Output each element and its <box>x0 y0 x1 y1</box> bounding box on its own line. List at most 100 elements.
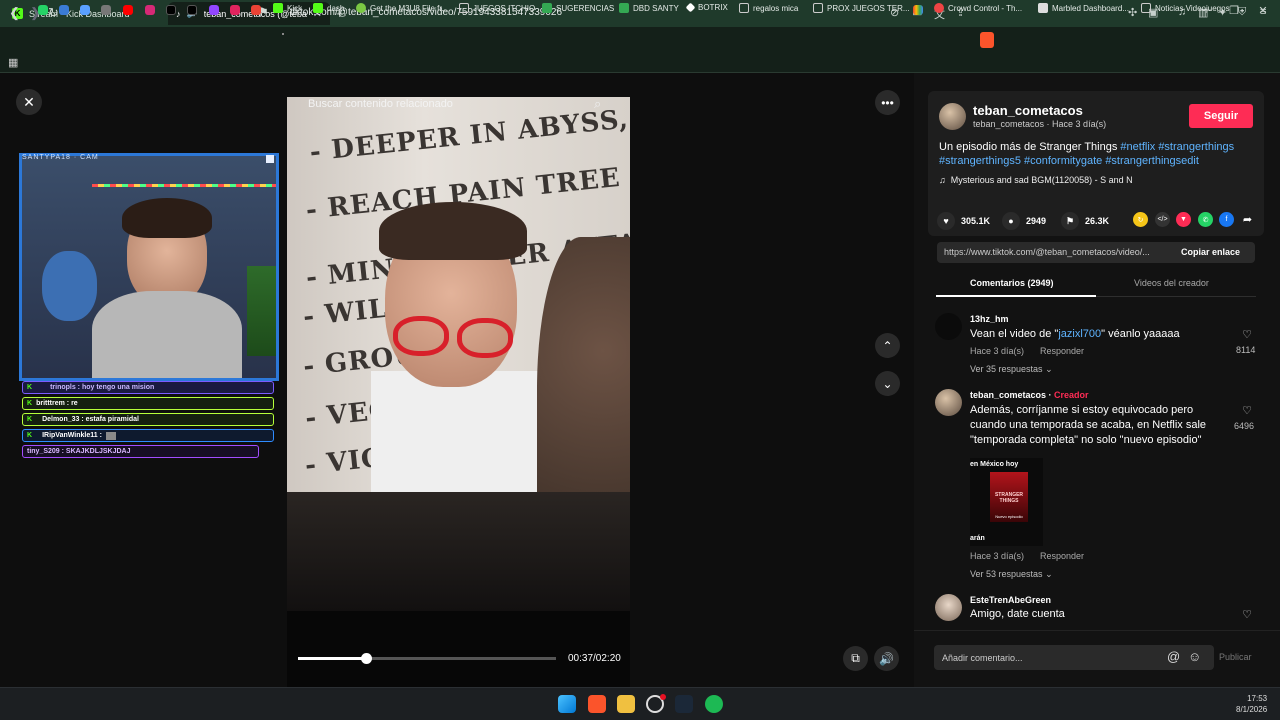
heart-outline-icon[interactable]: ♡ <box>1232 328 1262 341</box>
comment-text: Además, corríjanme si estoy equivocado p… <box>970 404 1207 446</box>
kick-badge-icon: K <box>27 416 33 423</box>
bookmark-sugerencias[interactable]: SUGERENCIAS <box>542 3 614 13</box>
close-video-button[interactable]: ✕ <box>16 89 42 115</box>
kick-badge-icon: K <box>27 384 33 391</box>
bookmark-kick[interactable]: Kick <box>273 3 302 13</box>
volume-button[interactable]: 🔊 <box>874 646 899 671</box>
comment-button[interactable]: ● 2949 <box>1002 212 1046 230</box>
save-button[interactable]: ⚑ 26.3K <box>1061 212 1109 230</box>
tab-comments[interactable]: Comentarios (2949) <box>970 278 1054 288</box>
bookmark-marbled[interactable]: Marbled Dashboard... <box>1038 3 1129 13</box>
reply-button[interactable]: Responder <box>1040 551 1084 561</box>
bookmark-icon[interactable] <box>913 5 923 15</box>
file-explorer-icon[interactable] <box>617 695 635 713</box>
glasses-right <box>457 318 513 358</box>
bookmark-icon[interactable] <box>230 5 240 15</box>
music-link[interactable]: ♫ Mysterious and sad BGM(1120058) - S an… <box>939 175 1133 185</box>
related-search-input[interactable]: Buscar contenido relacionado <box>296 92 616 116</box>
send-icon[interactable]: ▼ <box>1176 212 1191 227</box>
bookmark-icon[interactable] <box>59 5 69 15</box>
video-link[interactable]: https://www.tiktok.com/@teban_cometacos/… <box>944 247 1150 257</box>
instagram-icon[interactable] <box>145 5 155 15</box>
embed-icon[interactable]: </> <box>1155 212 1170 227</box>
youtube-icon[interactable] <box>123 5 133 15</box>
bookmark-noticias[interactable]: Noticias Videojuegos <box>1141 3 1230 13</box>
emoji-icon[interactable]: ☺ <box>1188 649 1201 664</box>
streamer-hair <box>122 198 212 238</box>
next-video-button[interactable]: ⌄ <box>875 371 900 396</box>
author-name[interactable]: teban_cometacos <box>973 103 1083 118</box>
bookmark-botrix[interactable]: BOTRIX <box>685 2 728 13</box>
spotify-icon[interactable] <box>705 695 723 713</box>
brave-shield-icon[interactable] <box>980 32 994 48</box>
bookmark-dash[interactable]: dash <box>313 3 344 13</box>
comment-username[interactable]: 13hz_hm <box>970 314 1009 324</box>
bookmark-prox-juegos[interactable]: PROX JUEGOS TER... <box>813 3 910 13</box>
person-hair <box>379 202 527 260</box>
comment-likes: 6496 <box>1234 421 1255 431</box>
comment-image[interactable]: en México hoy STRANGER THINGS Nuevo epis… <box>970 458 1043 546</box>
comment-username[interactable]: teban_cometacos · Creador <box>970 390 1089 400</box>
extensions-icon[interactable]: ✣ <box>1128 6 1137 19</box>
view-replies-button[interactable]: Ver 35 respuestas ⌄ <box>970 364 1053 375</box>
taskbar <box>0 687 1280 720</box>
comment-date: Hace 3 día(s) <box>970 346 1025 356</box>
bookmark-icon[interactable] <box>80 5 90 15</box>
publish-button[interactable]: Publicar <box>1219 652 1252 662</box>
heart-outline-icon[interactable]: ♡ <box>1232 608 1262 621</box>
search-icon[interactable]: ⌕ <box>594 96 601 112</box>
brave-icon[interactable] <box>588 695 606 713</box>
bookmark-icon[interactable] <box>101 5 111 15</box>
follow-button[interactable]: Seguir <box>1189 104 1253 128</box>
chat-message: tiny_S209 : SKAJKDLJSKJDAJ <box>22 445 259 458</box>
steam-icon[interactable] <box>675 695 693 713</box>
commenter-avatar[interactable] <box>935 594 962 621</box>
whatsapp-icon[interactable] <box>38 5 48 15</box>
author-avatar[interactable] <box>939 103 966 130</box>
view-replies-button[interactable]: Ver 53 respuestas ⌄ <box>970 569 1053 580</box>
previous-video-button[interactable]: ⌃ <box>875 333 900 358</box>
vpn-icon[interactable]: ⛨ <box>1238 6 1246 19</box>
share-friends-icon[interactable]: ↻ <box>1133 212 1148 227</box>
reload-icon[interactable]: ↻ <box>48 5 59 21</box>
plush-toy <box>42 251 97 321</box>
creator-badge: Creador <box>1054 390 1089 400</box>
hashtags[interactable]: #strangerthings5 #conformitygate #strang… <box>939 155 1199 167</box>
tab-creator-videos[interactable]: Videos del creador <box>1134 278 1209 288</box>
copy-link-button[interactable]: Copiar enlace <box>1181 247 1240 257</box>
whatsapp-icon[interactable]: ✆ <box>1198 212 1213 227</box>
mention-icon[interactable]: @ <box>1167 649 1180 664</box>
heart-outline-icon[interactable]: ♡ <box>1232 404 1262 417</box>
commenter-avatar[interactable] <box>935 313 962 340</box>
x-icon[interactable] <box>187 5 197 15</box>
comment-likes: 8114 <box>1236 345 1256 355</box>
description-text: Un episodio más de Stranger Things <box>939 141 1118 153</box>
reply-button[interactable]: Responder <box>1040 346 1084 356</box>
gmail-icon[interactable] <box>251 5 261 15</box>
bookmark-regalos-mica[interactable]: regalos mica <box>739 3 798 13</box>
share-arrow-icon[interactable]: ➦ <box>1240 212 1255 227</box>
back-icon[interactable]: ❮ <box>9 5 20 21</box>
comment-username[interactable]: EsteTrenAbeGreen <box>970 595 1051 605</box>
floating-player-button[interactable]: ⧉ <box>843 646 868 671</box>
system-clock[interactable]: 17:53 8/1/2026 <box>1236 693 1267 715</box>
twitch-icon[interactable] <box>209 5 219 15</box>
hashtags[interactable]: #netflix #strangerthings <box>1120 141 1234 153</box>
bookmark-dbd-santy[interactable]: DBD SANTY <box>619 3 679 13</box>
commenter-avatar[interactable] <box>935 389 962 416</box>
more-options-button[interactable]: ••• <box>875 90 900 115</box>
apps-grid-icon[interactable]: ▦ <box>8 56 18 69</box>
bookmark-crowd-control[interactable]: Crowd Control - Th... <box>934 3 1022 13</box>
progress-fill <box>298 657 367 660</box>
menu-icon[interactable]: ≡ <box>1260 6 1266 18</box>
bookmark-juegos-itchio[interactable]: JUEGOS ITCHIO <box>459 3 535 13</box>
facebook-icon[interactable]: f <box>1219 212 1234 227</box>
video-frame[interactable]: - DEEPER IN ABYSS, - REACH PAIN TREE IT … <box>287 97 630 611</box>
like-button[interactable]: ♥ 305.1K <box>937 212 990 230</box>
site-info-icon[interactable] <box>282 33 284 35</box>
clock-time: 17:53 <box>1247 694 1268 703</box>
tiktok-icon[interactable] <box>166 5 176 15</box>
bookmark-m3u8[interactable]: Get the M3U8 File fr... <box>356 3 448 13</box>
windows-start-icon[interactable] <box>558 695 576 713</box>
mention-link[interactable]: jazixl700 <box>1058 328 1101 340</box>
